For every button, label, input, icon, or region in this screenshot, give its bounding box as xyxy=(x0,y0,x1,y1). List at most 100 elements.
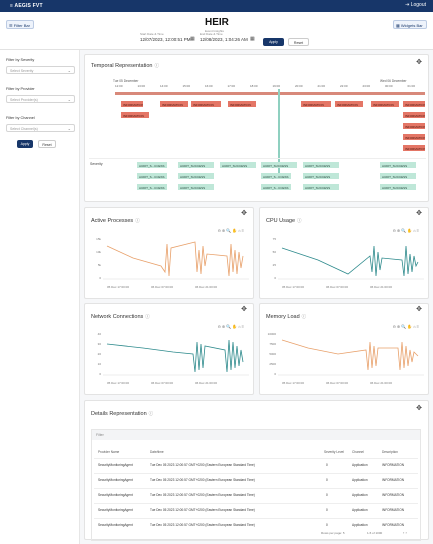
calendar-icon[interactable]: ▦ xyxy=(190,36,195,42)
chart-title-text: Network Connections xyxy=(91,314,144,320)
widgets-bar-label: Widgets Bar xyxy=(400,23,423,28)
filter-bar-button[interactable]: ☰ Filter Bar xyxy=(6,20,34,29)
channel-placeholder: Select Channel(s) xyxy=(10,127,38,131)
event-audit[interactable]: AUDIT_SUCCESS xyxy=(303,184,339,190)
event-audit[interactable]: AUDIT_SUCCESS xyxy=(178,173,214,179)
event-information[interactable]: INFORMATION xyxy=(335,101,363,107)
row-divider xyxy=(89,158,426,159)
start-date-label: Start Date & Time xyxy=(140,32,164,36)
apply-date-button[interactable]: Apply xyxy=(263,38,284,46)
event-information[interactable]: INFORMATION xyxy=(301,101,331,107)
event-information[interactable]: INFORMATION xyxy=(121,112,149,118)
chart-title-text: Active Processes xyxy=(91,218,134,224)
event-audit[interactable]: AUDIT_SUCCESS xyxy=(303,173,339,179)
event-information[interactable]: INFORMATION xyxy=(160,101,188,107)
event-audit[interactable]: AUDIT_SUCCESS xyxy=(380,184,416,190)
column-header[interactable]: Description xyxy=(382,450,398,454)
chart-toolbar[interactable]: ⊖⊕🔍✋⌂≡ xyxy=(393,228,420,233)
event-audit[interactable]: AUDIT_SUCCESS xyxy=(220,162,256,168)
move-icon[interactable]: ✥ xyxy=(416,209,422,217)
cell-datetime: Tue Dec 05 2023 12:00:57 GMT+0200 (Easte… xyxy=(150,523,255,527)
column-header[interactable]: Date/time xyxy=(150,450,164,454)
info-icon[interactable]: ⓘ xyxy=(149,411,154,416)
y-tick: 30 xyxy=(97,342,101,346)
info-icon[interactable]: ⓘ xyxy=(297,218,302,223)
x-tick: 06 Dec 07:00:00 xyxy=(326,285,349,289)
x-tick: 05 Dec 17:00:00 xyxy=(282,285,305,289)
hour-tick: 01:00 xyxy=(407,84,416,88)
info-icon[interactable]: ⓘ xyxy=(135,218,140,223)
cell-provider: SecurityMonitoringAgent xyxy=(98,478,133,482)
end-date-label: End Date & Time xyxy=(200,32,223,36)
severity-select[interactable]: Select Severity ⌄ xyxy=(6,66,75,74)
event-audit[interactable]: AUDIT_S...CCESS xyxy=(137,173,167,179)
event-audit[interactable]: AUDIT_SUCCESS xyxy=(380,162,416,168)
reset-date-button[interactable]: Reset xyxy=(288,38,309,46)
cell-datetime: Tue Dec 05 2023 12:00:57 GMT+0200 (Easte… xyxy=(150,478,255,482)
filter-severity-label: Filter by Severity xyxy=(6,58,35,62)
rows-per-page[interactable]: Rows per page: 5 xyxy=(321,531,345,535)
column-header[interactable]: Channel xyxy=(352,450,364,454)
move-icon[interactable]: ✥ xyxy=(416,305,422,313)
reset-filters-button[interactable]: Reset xyxy=(38,140,56,148)
info-icon[interactable]: ⓘ xyxy=(145,314,150,319)
y-tick: 10k xyxy=(96,250,101,254)
event-information[interactable]: INFORMATION xyxy=(403,145,425,151)
chart-toolbar[interactable]: ⊖⊕🔍✋⌂≡ xyxy=(218,324,245,329)
logout-label: Logout xyxy=(410,2,426,8)
event-audit[interactable]: AUDIT_S...CCESS xyxy=(261,184,291,190)
widgets-bar-button[interactable]: ▦ Widgets Bar xyxy=(393,20,427,29)
event-information[interactable]: INFORMATION xyxy=(403,123,425,129)
chart-title: Active Processes ⓘ xyxy=(91,218,140,224)
details-title-text: Details Representation xyxy=(91,411,147,417)
move-icon[interactable]: ✥ xyxy=(416,58,422,66)
cell-severity: 0 xyxy=(326,493,328,497)
event-audit[interactable]: AUDIT_SUCCESS xyxy=(380,173,416,179)
info-icon[interactable]: ⓘ xyxy=(154,63,159,68)
event-audit[interactable]: AUDIT_S...CCESS xyxy=(261,173,291,179)
event-audit[interactable]: AUDIT_SUCCESS xyxy=(178,162,214,168)
move-icon[interactable]: ✥ xyxy=(241,209,247,217)
move-icon[interactable]: ✥ xyxy=(416,404,422,412)
event-information[interactable]: INFORMATION xyxy=(371,101,399,107)
column-header[interactable]: Severity Level xyxy=(324,450,344,454)
event-audit[interactable]: AUDIT_S...CCESS xyxy=(137,184,167,190)
cell-severity: 0 xyxy=(326,523,328,527)
row-divider xyxy=(94,518,418,519)
event-information[interactable]: INFORMATION xyxy=(403,134,425,140)
cpu-usage-card: CPU Usage ⓘ ✥ ⊖⊕🔍✋⌂≡ 75 50 25 0 05 Dec 17… xyxy=(259,207,429,299)
cell-severity: 0 xyxy=(326,478,328,482)
main-content: Temporal Representation ⓘ ✥ Tue 05 Decemb… xyxy=(80,50,433,544)
event-audit[interactable]: AUDIT_SUCCESS xyxy=(303,162,339,168)
logout-button[interactable]: ⇥ Logout xyxy=(405,2,426,8)
event-audit[interactable]: AUDIT_SUCCESS xyxy=(178,184,214,190)
chart-title: Memory Load ⓘ xyxy=(266,314,306,320)
event-information[interactable]: INFORMATION xyxy=(191,101,221,107)
chart-toolbar[interactable]: ⊖⊕🔍✋⌂≡ xyxy=(393,324,420,329)
filter-provider-label: Filter by Provider xyxy=(6,87,35,91)
calendar-icon[interactable]: ▦ xyxy=(250,36,255,42)
provider-select[interactable]: Select Provider(s) ⌄ xyxy=(6,95,75,103)
column-header[interactable]: Provider Name xyxy=(98,450,119,454)
event-information[interactable]: INFORMATION xyxy=(121,101,143,107)
event-audit[interactable]: AUDIT_S...CCESS xyxy=(137,162,167,168)
hour-tick: 13:00 xyxy=(137,84,146,88)
hour-tick: 23:00 xyxy=(362,84,371,88)
channel-select[interactable]: Select Channel(s) ⌄ xyxy=(6,124,75,132)
info-icon[interactable]: ⓘ xyxy=(302,314,307,319)
pagination-arrows[interactable]: ‹ › xyxy=(403,530,407,535)
end-date-input[interactable]: 12/08/2023, 1:04:26 AM xyxy=(200,37,248,42)
apply-filters-button[interactable]: Apply xyxy=(17,140,33,148)
event-information[interactable]: INFORMATION xyxy=(403,101,425,107)
event-information[interactable]: INFORMATION xyxy=(403,112,425,118)
y-tick: 5000 xyxy=(269,352,276,356)
cell-description: INFORMATION xyxy=(382,493,405,497)
event-information[interactable]: INFORMATION xyxy=(228,101,256,107)
move-icon[interactable]: ✥ xyxy=(241,305,247,313)
table-filter-input[interactable]: Filter xyxy=(92,430,420,440)
day-label-left: Tue 05 December xyxy=(113,79,139,83)
chart-toolbar[interactable]: ⊖⊕🔍✋⌂≡ xyxy=(218,228,245,233)
x-tick: 06 Dec 21:00:00 xyxy=(370,285,393,289)
event-audit[interactable]: AUDIT_SUCCESS xyxy=(261,162,297,168)
start-date-input[interactable]: 12/07/2023, 12:00:51 PM xyxy=(140,37,191,42)
